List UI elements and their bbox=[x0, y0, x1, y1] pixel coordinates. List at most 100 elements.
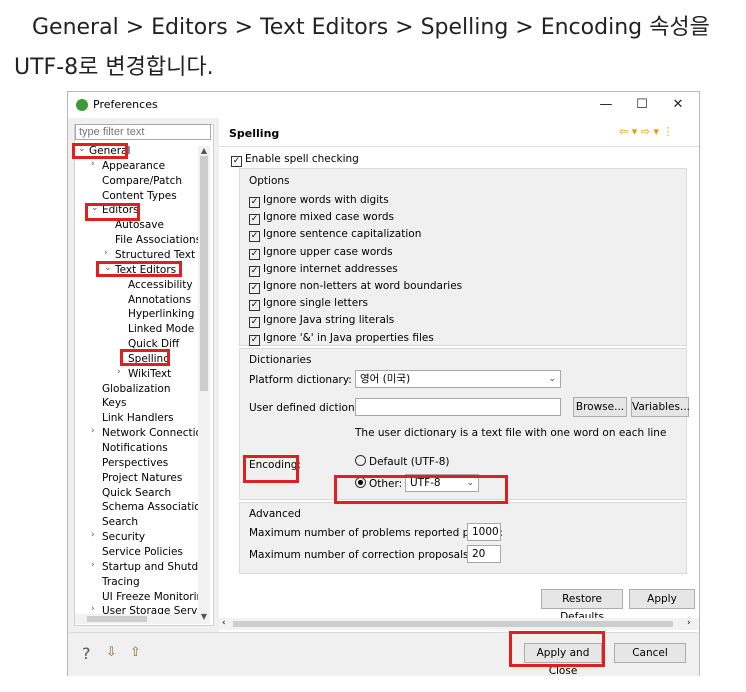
tree-item[interactable]: Quick Search bbox=[102, 486, 171, 500]
platform-dictionary-label: Platform dictionary: bbox=[249, 374, 352, 386]
option-label: Ignore words with digits bbox=[263, 194, 389, 206]
option-label: Ignore upper case words bbox=[263, 245, 393, 258]
tree-horizontal-scrollbar[interactable] bbox=[75, 614, 198, 624]
option-checkbox[interactable]: ✓ Ignore Java string literals bbox=[249, 313, 395, 329]
tree-item[interactable]: Hyperlinking bbox=[128, 307, 194, 321]
max-corrections-input[interactable]: 20 bbox=[467, 545, 501, 563]
tree-item[interactable]: Notifications bbox=[102, 441, 168, 455]
scroll-thumb-h[interactable] bbox=[87, 616, 147, 622]
option-label: Ignore internet addresses bbox=[263, 262, 398, 275]
option-checkbox[interactable]: ✓ Ignore mixed case words bbox=[249, 210, 394, 226]
scroll-down-icon[interactable]: ▼ bbox=[198, 612, 210, 621]
scroll-thumb[interactable] bbox=[200, 156, 208, 391]
chevron-right-icon[interactable]: › bbox=[91, 426, 95, 436]
chevron-right-icon[interactable]: › bbox=[91, 604, 95, 614]
window-title: Preferences bbox=[93, 98, 158, 111]
maximize-button[interactable]: ☐ bbox=[624, 94, 660, 116]
advanced-title: Advanced bbox=[249, 508, 301, 520]
tree-item[interactable]: Compare/Patch bbox=[102, 174, 182, 188]
import-icon[interactable]: ⇩ bbox=[106, 645, 117, 660]
option-checkbox[interactable]: ✓ Ignore internet addresses bbox=[249, 262, 398, 277]
tree-item[interactable]: Startup and Shutdov bbox=[102, 560, 205, 574]
platform-dictionary-value: 영어 (미국) bbox=[360, 373, 411, 385]
max-problems-input[interactable]: 1000 bbox=[467, 523, 501, 541]
tree-item[interactable]: UI Freeze Monitoring bbox=[102, 590, 205, 604]
highlight-encoding-label bbox=[243, 455, 299, 483]
caption-line-1: General > Editors > Text Editors > Spell… bbox=[32, 15, 710, 40]
export-icon[interactable]: ⇧ bbox=[130, 645, 141, 660]
option-checkbox[interactable]: ✓ Ignore sentence capitalization bbox=[249, 227, 421, 243]
tree-item[interactable]: Keys bbox=[102, 396, 127, 410]
tree-item[interactable]: Structured Text Ec bbox=[115, 248, 205, 262]
tree-item[interactable]: Annotations bbox=[128, 293, 191, 307]
option-checkbox[interactable]: ✓ Ignore words with digits bbox=[249, 193, 389, 208]
option-checkbox[interactable]: ✓ Ignore non-letters at word boundaries bbox=[249, 279, 462, 294]
preferences-window: Preferences — ☐ ✕ General⌄Appearance›Com… bbox=[67, 91, 700, 677]
tree-item[interactable]: Service Policies bbox=[102, 545, 183, 559]
caption-line-2: UTF-8로 변경합니다. bbox=[14, 55, 214, 80]
tree-item[interactable]: Globalization bbox=[102, 382, 170, 396]
minimize-button[interactable]: — bbox=[588, 94, 624, 116]
title-bar: Preferences — ☐ ✕ bbox=[68, 92, 699, 118]
scroll-left-icon[interactable]: ‹ bbox=[222, 618, 226, 628]
max-corrections-label: Maximum number of correction proposals: bbox=[249, 549, 473, 561]
user-dictionary-input[interactable] bbox=[355, 398, 561, 416]
chevron-right-icon[interactable]: › bbox=[91, 159, 95, 169]
tree-item[interactable]: Perspectives bbox=[102, 456, 168, 470]
scroll-thumb-page[interactable] bbox=[233, 621, 673, 627]
option-checkbox[interactable]: ✓ Ignore upper case words bbox=[249, 245, 393, 260]
scroll-right-icon[interactable]: › bbox=[687, 618, 691, 628]
platform-dictionary-select[interactable]: 영어 (미국) ⌄ bbox=[355, 370, 561, 388]
eclipse-icon bbox=[76, 99, 88, 111]
default-encoding-label: Default (UTF-8) bbox=[369, 456, 450, 468]
tree-item[interactable]: Link Handlers bbox=[102, 411, 174, 425]
page-horizontal-scrollbar[interactable]: ‹ › bbox=[219, 618, 699, 630]
cancel-button[interactable]: Cancel bbox=[614, 643, 686, 663]
highlight-apply-close bbox=[509, 631, 605, 667]
tree-item[interactable]: Security bbox=[102, 530, 145, 544]
tree-item[interactable]: Accessibility bbox=[128, 278, 193, 292]
option-label: Ignore mixed case words bbox=[263, 211, 394, 224]
chevron-right-icon[interactable]: › bbox=[117, 367, 121, 377]
enable-spell-label: Enable spell checking bbox=[245, 153, 359, 165]
filter-input[interactable] bbox=[75, 124, 211, 140]
scroll-up-icon[interactable]: ▲ bbox=[198, 146, 210, 155]
tree-item[interactable]: Content Types bbox=[102, 189, 177, 203]
default-encoding-radio[interactable]: Default (UTF-8) bbox=[355, 455, 450, 469]
chevron-right-icon[interactable]: › bbox=[104, 248, 108, 258]
check-icon: ✓ bbox=[249, 334, 260, 346]
tree-item[interactable]: Tracing bbox=[102, 575, 140, 589]
tree-item[interactable]: Schema Associations bbox=[102, 500, 205, 514]
dictionary-note: The user dictionary is a text file with … bbox=[355, 427, 667, 439]
variables-button[interactable]: Variables... bbox=[631, 397, 690, 417]
chevron-right-icon[interactable]: › bbox=[91, 560, 95, 570]
nav-arrows[interactable]: ⇦ ▾ ⇨ ▾ ⋮ bbox=[619, 125, 673, 138]
tree-item[interactable]: Project Natures bbox=[102, 471, 182, 485]
tree-item[interactable]: WikiText bbox=[128, 367, 171, 381]
tree-item[interactable]: Linked Mode bbox=[128, 322, 194, 336]
tree-item[interactable]: Appearance bbox=[102, 159, 165, 173]
help-icon[interactable]: ? bbox=[82, 644, 91, 663]
dictionaries-title: Dictionaries bbox=[249, 354, 312, 366]
instruction-caption: General > Editors > Text Editors > Spell… bbox=[14, 8, 742, 88]
chevron-right-icon[interactable]: › bbox=[91, 530, 95, 540]
tree-item[interactable]: Network Connection bbox=[102, 426, 205, 440]
option-checkbox[interactable]: ✓ Ignore single letters bbox=[249, 296, 369, 312]
option-label: Ignore '&' in Java properties files bbox=[263, 331, 434, 344]
highlight-text-editors bbox=[96, 261, 182, 277]
restore-defaults-button[interactable]: Restore Defaults bbox=[541, 589, 623, 623]
tree-item[interactable]: File Associations bbox=[115, 233, 201, 247]
tree-vertical-scrollbar[interactable]: ▲ ▼ bbox=[198, 146, 210, 624]
browse-button[interactable]: Browse... bbox=[573, 397, 627, 417]
option-label: Ignore Java string literals bbox=[263, 314, 395, 327]
option-label: Ignore single letters bbox=[263, 297, 369, 310]
chevron-down-icon: ⌄ bbox=[548, 374, 556, 384]
highlight-encoding-other bbox=[334, 475, 508, 504]
apply-button[interactable]: Apply bbox=[629, 589, 695, 609]
check-icon: ✓ bbox=[249, 317, 260, 329]
enable-spell-checkbox[interactable]: ✓ Enable spell checking bbox=[231, 152, 359, 167]
close-button[interactable]: ✕ bbox=[660, 94, 696, 116]
tree-item[interactable]: Search bbox=[102, 515, 138, 529]
option-checkbox[interactable]: ✓ Ignore '&' in Java properties files bbox=[249, 331, 434, 346]
spelling-page: Spelling ⇦ ▾ ⇨ ▾ ⋮ ✓ Enable spell checkin… bbox=[219, 118, 699, 632]
